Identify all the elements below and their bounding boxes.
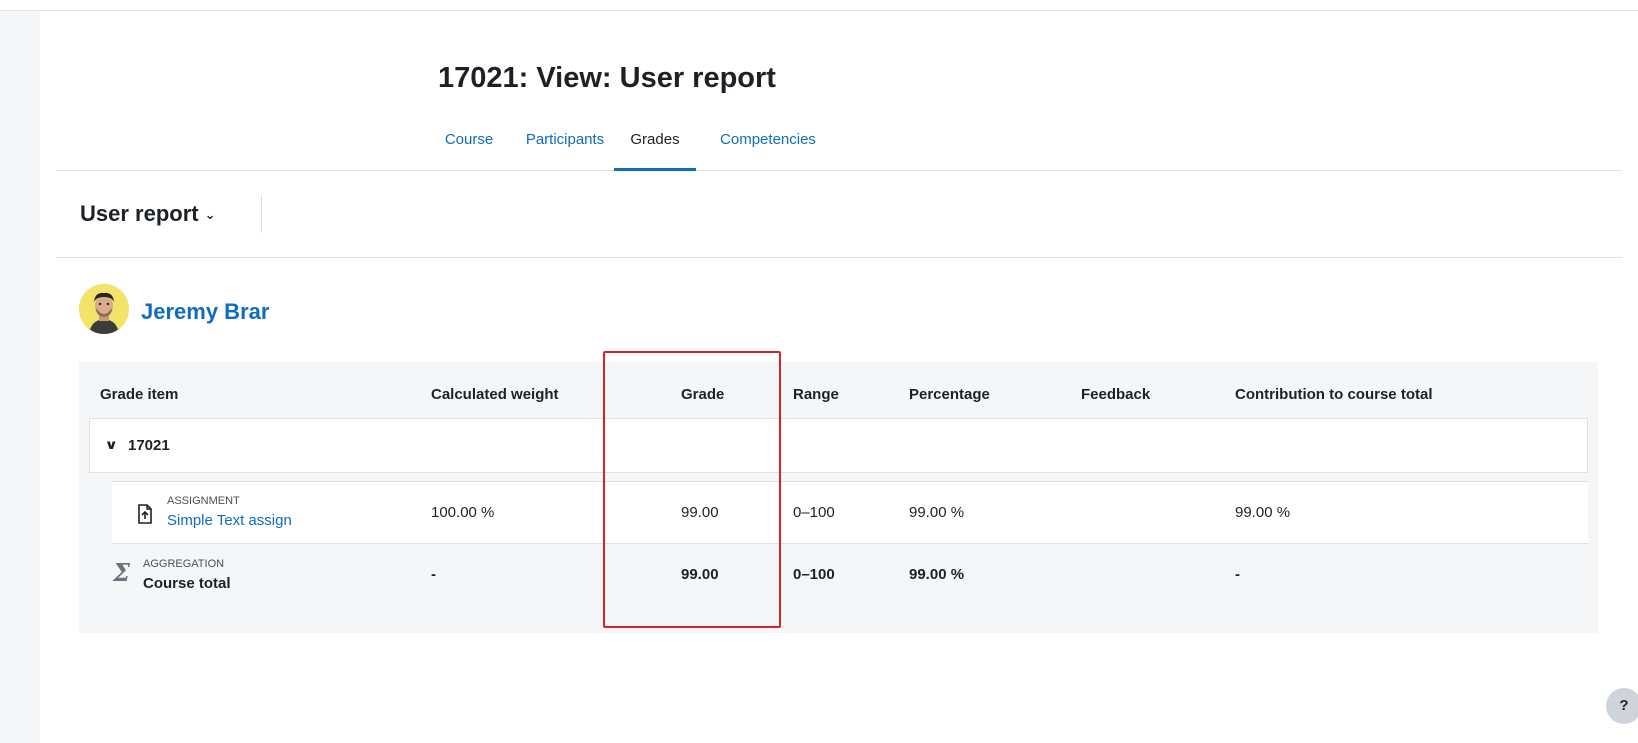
grade-item-link[interactable]: Simple Text assign xyxy=(167,512,292,529)
assignment-icon xyxy=(138,504,152,524)
item-contribution: 99.00 % xyxy=(1235,504,1291,521)
page-title: 17021: View: User report xyxy=(438,62,776,94)
user-avatar-image xyxy=(79,284,129,334)
category-name: 17021 xyxy=(128,437,170,454)
user-name-link[interactable]: Jeremy Brar xyxy=(141,299,269,325)
item-type-label: ASSIGNMENT xyxy=(167,495,240,507)
column-header-range: Range xyxy=(793,386,839,403)
column-header-calculated-weight: Calculated weight xyxy=(431,386,559,403)
item-percentage: 99.00 % xyxy=(909,504,965,521)
total-grade: 99.00 xyxy=(681,566,719,583)
avatar[interactable] xyxy=(79,284,129,334)
tab-course[interactable]: Course xyxy=(438,118,500,171)
tab-competencies[interactable]: Competencies xyxy=(706,118,830,171)
column-header-percentage: Percentage xyxy=(909,386,990,403)
total-weight: - xyxy=(431,566,436,583)
table-row: ASSIGNMENT Simple Text assign 100.00 % 9… xyxy=(112,481,1588,544)
course-total-row: Σ AGGREGATION Course total - 99.00 0–100… xyxy=(112,544,1588,607)
report-header: User report ⌄ xyxy=(56,171,1622,258)
column-header-grade-item: Grade item xyxy=(100,386,179,403)
course-nav-tabs: Course Participants Grades Competencies xyxy=(56,118,1622,171)
tab-grades[interactable]: Grades xyxy=(614,118,696,171)
sigma-icon: Σ xyxy=(113,558,130,587)
report-selector-label: User report xyxy=(80,201,199,226)
grade-table: Grade item Calculated weight Grade Range… xyxy=(79,362,1598,633)
total-range: 0–100 xyxy=(793,566,835,583)
header-divider xyxy=(261,195,262,233)
total-type-label: AGGREGATION xyxy=(143,558,225,570)
chevron-down-icon: ⌄ xyxy=(204,207,216,222)
tab-participants[interactable]: Participants xyxy=(513,118,617,171)
item-grade: 99.00 xyxy=(681,504,719,521)
item-weight: 100.00 % xyxy=(431,504,495,521)
course-total-label: Course total xyxy=(143,575,231,592)
left-drawer-strip xyxy=(0,11,40,743)
total-percentage: 99.00 % xyxy=(909,566,965,583)
column-header-contribution: Contribution to course total xyxy=(1235,386,1433,403)
chevron-down-icon[interactable]: ∨ xyxy=(104,437,118,453)
column-header-feedback: Feedback xyxy=(1081,386,1151,403)
help-button[interactable]: ? xyxy=(1606,688,1638,724)
item-range: 0–100 xyxy=(793,504,835,521)
category-row: ∨ 17021 xyxy=(89,418,1588,473)
column-header-grade: Grade xyxy=(681,386,725,403)
top-border xyxy=(0,10,1638,11)
total-contribution: - xyxy=(1235,566,1240,583)
report-selector-dropdown[interactable]: User report ⌄ xyxy=(80,201,216,227)
